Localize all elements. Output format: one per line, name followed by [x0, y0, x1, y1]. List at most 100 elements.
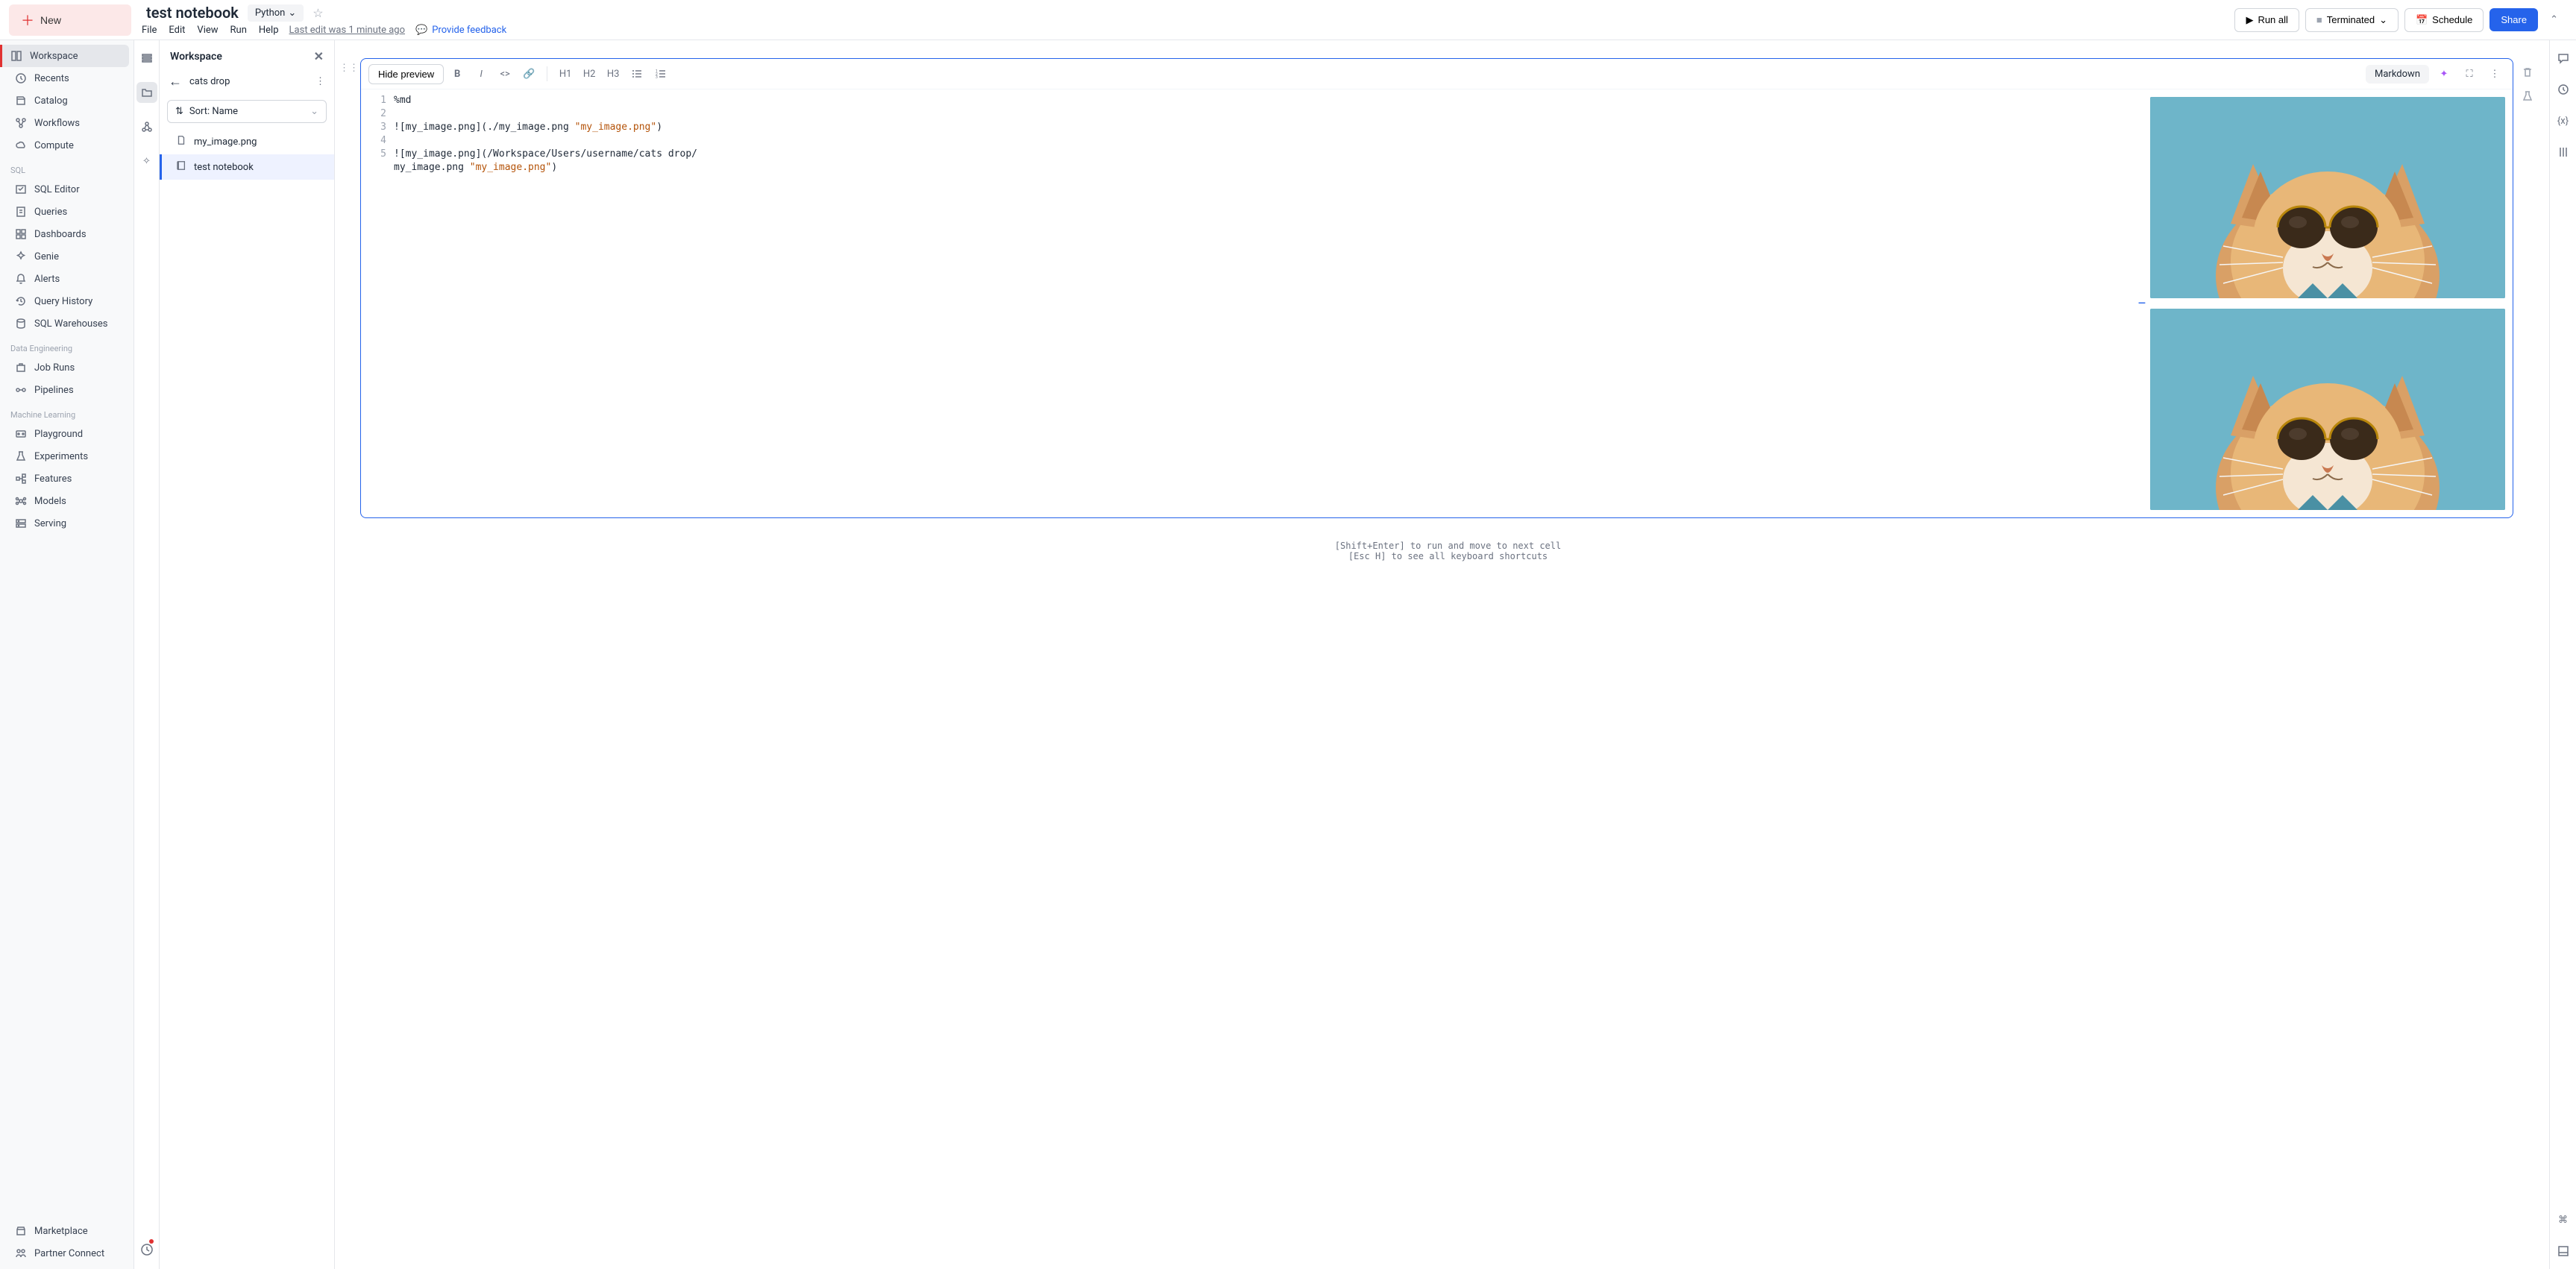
status-button[interactable]: ■ Terminated ⌄ [2305, 8, 2398, 32]
sidebar-item-features[interactable]: Features [4, 467, 129, 490]
menu-view[interactable]: View [197, 25, 218, 36]
h2-button[interactable]: H2 [579, 63, 600, 84]
workflow-icon [15, 117, 27, 129]
menu-run[interactable]: Run [230, 25, 247, 36]
chevron-down-icon: ⌄ [288, 7, 296, 19]
sidebar-item-job-runs[interactable]: Job Runs [4, 356, 129, 379]
h3-button[interactable]: H3 [603, 63, 623, 84]
sidebar-item-serving[interactable]: Serving [4, 512, 129, 535]
kebab-icon[interactable]: ⋮ [315, 76, 325, 87]
notebook-cell[interactable]: Hide preview B I <> 🔗 H1 H2 H3 [360, 58, 2513, 518]
new-button[interactable]: ＋ New [9, 4, 131, 36]
genie-icon [15, 251, 27, 262]
clock-icon [15, 72, 27, 84]
split-marker: – [2137, 89, 2147, 517]
link-icon[interactable]: 🔗 [518, 63, 539, 84]
language-selector[interactable]: Python ⌄ [248, 4, 304, 22]
back-icon[interactable]: ← [169, 74, 182, 89]
share-button[interactable]: Share [2489, 8, 2538, 31]
sidebar-item-marketplace[interactable]: Marketplace [4, 1220, 129, 1242]
flask-icon [15, 450, 27, 462]
sidebar-item-models[interactable]: Models [4, 490, 129, 512]
flask-icon[interactable] [2519, 88, 2536, 104]
hide-preview-button[interactable]: Hide preview [368, 64, 444, 84]
breadcrumb[interactable]: cats drop [189, 76, 230, 87]
file-icon [176, 135, 186, 148]
sidebar-item-compute[interactable]: Compute [4, 134, 129, 157]
sidebar-item-catalog[interactable]: Catalog [4, 89, 129, 112]
rail-list-icon[interactable] [136, 48, 157, 69]
sidebar-item-label: SQL Editor [34, 184, 80, 195]
bullet-list-icon[interactable] [626, 63, 647, 84]
variables-icon[interactable]: {x} [2556, 113, 2571, 128]
menu-file[interactable]: File [142, 25, 157, 36]
sidebar-item-pipelines[interactable]: Pipelines [4, 379, 129, 401]
sidebar-item-genie[interactable]: Genie [4, 245, 129, 268]
sidebar-item-label: Partner Connect [34, 1248, 104, 1259]
sidebar-item-recents[interactable]: Recents [4, 67, 129, 89]
collapse-icon[interactable]: ⌃ [2544, 8, 2564, 31]
comment-icon[interactable] [2556, 51, 2571, 66]
run-all-button[interactable]: ▶ Run all [2234, 8, 2299, 32]
file-row[interactable]: my_image.png [160, 129, 334, 154]
sidebar-item-label: Catalog [34, 95, 68, 107]
comment-icon: 💬 [415, 25, 427, 36]
sidebar-item-sql-warehouses[interactable]: SQL Warehouses [4, 312, 129, 335]
delete-icon[interactable] [2519, 64, 2536, 81]
sidebar-item-partner-connect[interactable]: Partner Connect [4, 1242, 129, 1265]
workspace-icon [10, 50, 22, 62]
sidebar-item-alerts[interactable]: Alerts [4, 268, 129, 290]
feedback-link[interactable]: 💬 Provide feedback [415, 25, 506, 36]
kebab-icon[interactable]: ⋮ [2484, 63, 2505, 84]
sparkle-icon[interactable]: ✦ [2434, 63, 2454, 84]
italic-icon[interactable]: I [471, 63, 491, 84]
hint-line-2: [Esc H] to see all keyboard shortcuts [360, 551, 2536, 561]
sidebar-item-label: Genie [34, 251, 59, 262]
menu-edit[interactable]: Edit [169, 25, 185, 36]
close-icon[interactable]: ✕ [314, 49, 324, 63]
history-icon[interactable] [2556, 82, 2571, 97]
sidebar-item-dashboards[interactable]: Dashboards [4, 223, 129, 245]
code-editor[interactable]: 12345 %md ![my_image.png](./my_image.png… [361, 89, 2137, 517]
schedule-button[interactable]: 📅 Schedule [2404, 8, 2484, 32]
preview-pane [2147, 89, 2513, 517]
serving-icon [15, 517, 27, 529]
workspace-panel: Workspace ✕ ← cats drop ⋮ ⇅ Sort: Name ⌄… [160, 40, 335, 1269]
sidebar-item-experiments[interactable]: Experiments [4, 445, 129, 467]
features-icon [15, 473, 27, 485]
sidebar-item-workspace[interactable]: Workspace [0, 45, 129, 67]
preview-image-2 [2150, 309, 2505, 510]
star-icon[interactable]: ☆ [312, 6, 323, 20]
panel-bottom-icon[interactable] [2556, 1244, 2571, 1259]
sidebar-item-label: Job Runs [34, 362, 75, 374]
file-row[interactable]: test notebook [160, 154, 334, 180]
rail-share-icon[interactable] [136, 116, 157, 137]
last-edit-link[interactable]: Last edit was 1 minute ago [289, 25, 406, 36]
sidebar-item-sql-editor[interactable]: SQL Editor [4, 178, 129, 201]
h1-button[interactable]: H1 [555, 63, 576, 84]
bold-icon[interactable]: B [447, 63, 468, 84]
rail-sparkle-icon[interactable]: ✧ [136, 151, 157, 171]
job-icon [15, 362, 27, 374]
notebook-title[interactable]: test notebook [146, 4, 239, 22]
keyboard-icon[interactable]: ⌘ [2556, 1212, 2571, 1227]
sidebar-item-playground[interactable]: Playground [4, 423, 129, 445]
drag-handle-icon[interactable]: ⋮⋮ [342, 58, 356, 1254]
section-de: Data Engineering [0, 335, 133, 356]
pipeline-icon [15, 384, 27, 396]
sidebar-item-query-history[interactable]: Query History [4, 290, 129, 312]
cell-type-badge[interactable]: Markdown [2366, 65, 2429, 84]
numbered-list-icon[interactable]: 123 [650, 63, 671, 84]
sidebar-item-workflows[interactable]: Workflows [4, 112, 129, 134]
menu-help[interactable]: Help [259, 25, 279, 36]
sort-dropdown[interactable]: ⇅ Sort: Name ⌄ [167, 100, 327, 123]
expand-icon[interactable]: ⛶ [2459, 63, 2480, 84]
columns-icon[interactable] [2556, 145, 2571, 160]
sidebar-item-queries[interactable]: Queries [4, 201, 129, 223]
rail-folder-icon[interactable] [136, 82, 157, 103]
rail-clock-icon[interactable] [136, 1239, 157, 1260]
history-icon [15, 295, 27, 307]
code-icon[interactable]: <> [494, 63, 515, 84]
cell-side-actions [2513, 58, 2536, 518]
dashboards-icon [15, 228, 27, 240]
